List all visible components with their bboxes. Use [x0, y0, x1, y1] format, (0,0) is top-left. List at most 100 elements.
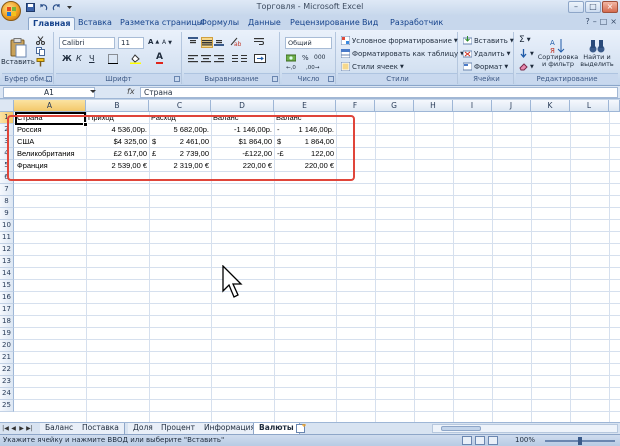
row-header[interactable]: 15: [0, 280, 14, 292]
row-header[interactable]: 18: [0, 316, 14, 328]
last-sheet-icon[interactable]: ▶|: [26, 424, 33, 433]
format-cells-button[interactable]: Формат ▼: [463, 62, 508, 71]
fill-button[interactable]: ▼: [519, 49, 534, 58]
row-header[interactable]: 21: [0, 352, 14, 364]
underline-button[interactable]: Ч: [89, 54, 94, 63]
row-header[interactable]: 11: [0, 232, 14, 244]
currency-button[interactable]: [286, 54, 296, 63]
row-header[interactable]: 17: [0, 304, 14, 316]
formula-input[interactable]: Страна: [140, 87, 618, 98]
first-sheet-icon[interactable]: |◀: [2, 424, 9, 433]
minimize-button[interactable]: –: [568, 1, 584, 13]
sheet-tab-percent[interactable]: Процент: [156, 423, 201, 434]
font-color-button[interactable]: A: [156, 53, 163, 64]
horizontal-scrollbar[interactable]: [432, 424, 618, 433]
zoom-slider[interactable]: [545, 437, 615, 445]
page-break-view-icon[interactable]: [488, 436, 498, 445]
align-middle-button[interactable]: [201, 37, 213, 48]
format-painter-button[interactable]: [34, 57, 46, 67]
number-format-select[interactable]: Общий: [285, 37, 332, 49]
conditional-formatting-button[interactable]: Условное форматирование ▼: [341, 36, 458, 45]
horizontal-scroll-thumb[interactable]: [441, 426, 481, 431]
prev-sheet-icon[interactable]: ◀: [10, 424, 17, 433]
row-header[interactable]: 23: [0, 376, 14, 388]
column-header-l[interactable]: L: [570, 100, 609, 112]
align-center-button[interactable]: [201, 54, 211, 63]
find-select-button[interactable]: Найти и выделить: [578, 34, 616, 72]
tab-data[interactable]: Данные: [244, 17, 285, 30]
align-left-button[interactable]: [188, 54, 198, 63]
align-bottom-button[interactable]: [214, 37, 224, 46]
column-header-b[interactable]: B: [86, 100, 149, 112]
tab-formulas[interactable]: Формулы: [196, 17, 243, 30]
autosum-button[interactable]: Σ ▼: [519, 35, 531, 45]
row-header[interactable]: 16: [0, 292, 14, 304]
zoom-slider-knob[interactable]: [578, 437, 582, 445]
font-name-select[interactable]: Calibri: [59, 37, 115, 49]
percent-button[interactable]: %: [302, 54, 309, 62]
grow-font-button[interactable]: A ▲: [148, 38, 159, 46]
next-sheet-icon[interactable]: ▶: [18, 424, 25, 433]
shrink-font-button[interactable]: A ▼: [162, 39, 172, 46]
row-header[interactable]: 24: [0, 388, 14, 400]
delete-cells-button[interactable]: Удалить ▼: [463, 49, 510, 58]
font-launcher-icon[interactable]: [174, 76, 180, 82]
fill-color-button[interactable]: [130, 54, 141, 64]
zoom-level[interactable]: 100%: [515, 436, 535, 444]
borders-button[interactable]: [108, 54, 118, 64]
row-header[interactable]: 25: [0, 400, 14, 412]
new-sheet-button[interactable]: [296, 424, 307, 433]
normal-view-icon[interactable]: [462, 436, 472, 445]
font-size-select[interactable]: 11: [118, 37, 144, 49]
sheet-tab-supply[interactable]: Поставка: [77, 423, 125, 434]
maximize-button[interactable]: □: [585, 1, 601, 13]
workbook-restore-icon[interactable]: □: [600, 17, 608, 26]
column-header-k[interactable]: K: [531, 100, 570, 112]
column-header-d[interactable]: D: [211, 100, 274, 112]
increase-decimal-button[interactable]: ←,0: [286, 65, 296, 71]
tab-home[interactable]: Главная: [28, 17, 76, 30]
clipboard-launcher-icon[interactable]: [46, 76, 52, 82]
worksheet-grid[interactable]: A B C D E F G H I J K L 1 2 3 4 5 6 7 8 9 10 11 12 1…: [0, 100, 620, 422]
office-button[interactable]: [1, 1, 21, 21]
orientation-button[interactable]: ab: [230, 37, 241, 46]
column-header-g[interactable]: G: [375, 100, 414, 112]
column-header-a[interactable]: A: [14, 100, 86, 112]
number-launcher-icon[interactable]: [328, 76, 334, 82]
insert-cells-button[interactable]: Вставить ▼: [463, 36, 514, 45]
align-top-button[interactable]: [188, 37, 198, 46]
tab-page-layout[interactable]: Разметка страницы: [116, 17, 207, 30]
column-header-i[interactable]: I: [453, 100, 492, 112]
alignment-launcher-icon[interactable]: [272, 76, 278, 82]
row-header[interactable]: 12: [0, 244, 14, 256]
wrap-text-button[interactable]: [254, 37, 264, 46]
tab-view[interactable]: Вид: [358, 17, 382, 30]
sort-filter-button[interactable]: АЯ Сортировка и фильтр: [538, 34, 578, 72]
column-header-e[interactable]: E: [274, 100, 336, 112]
decrease-decimal-button[interactable]: ,00→: [306, 65, 319, 71]
workbook-close-icon[interactable]: ×: [610, 17, 617, 26]
tab-developer[interactable]: Разработчик: [386, 17, 447, 30]
name-box-dropdown-icon[interactable]: [90, 90, 96, 93]
align-right-button[interactable]: [214, 54, 224, 63]
name-box[interactable]: A1: [3, 87, 95, 98]
indent-button[interactable]: [230, 54, 248, 63]
row-header[interactable]: 13: [0, 256, 14, 268]
thousands-button[interactable]: 000: [314, 54, 325, 61]
select-all-button[interactable]: [0, 100, 14, 112]
row-header[interactable]: 9: [0, 208, 14, 220]
close-button[interactable]: ×: [602, 1, 618, 13]
insert-function-button[interactable]: fx: [127, 87, 135, 96]
row-header[interactable]: 20: [0, 340, 14, 352]
tab-review[interactable]: Рецензирование: [286, 17, 364, 30]
row-header[interactable]: 19: [0, 328, 14, 340]
row-header[interactable]: 22: [0, 364, 14, 376]
column-header-h[interactable]: H: [414, 100, 453, 112]
sheet-tab-balance[interactable]: Баланс: [40, 423, 80, 434]
row-header[interactable]: 14: [0, 268, 14, 280]
column-header-j[interactable]: J: [492, 100, 531, 112]
clear-button[interactable]: ▼: [519, 62, 534, 71]
sheet-tab-currencies[interactable]: Валюты: [253, 423, 300, 434]
format-as-table-button[interactable]: Форматировать как таблицу ▼: [341, 49, 464, 58]
row-header[interactable]: 7: [0, 184, 14, 196]
